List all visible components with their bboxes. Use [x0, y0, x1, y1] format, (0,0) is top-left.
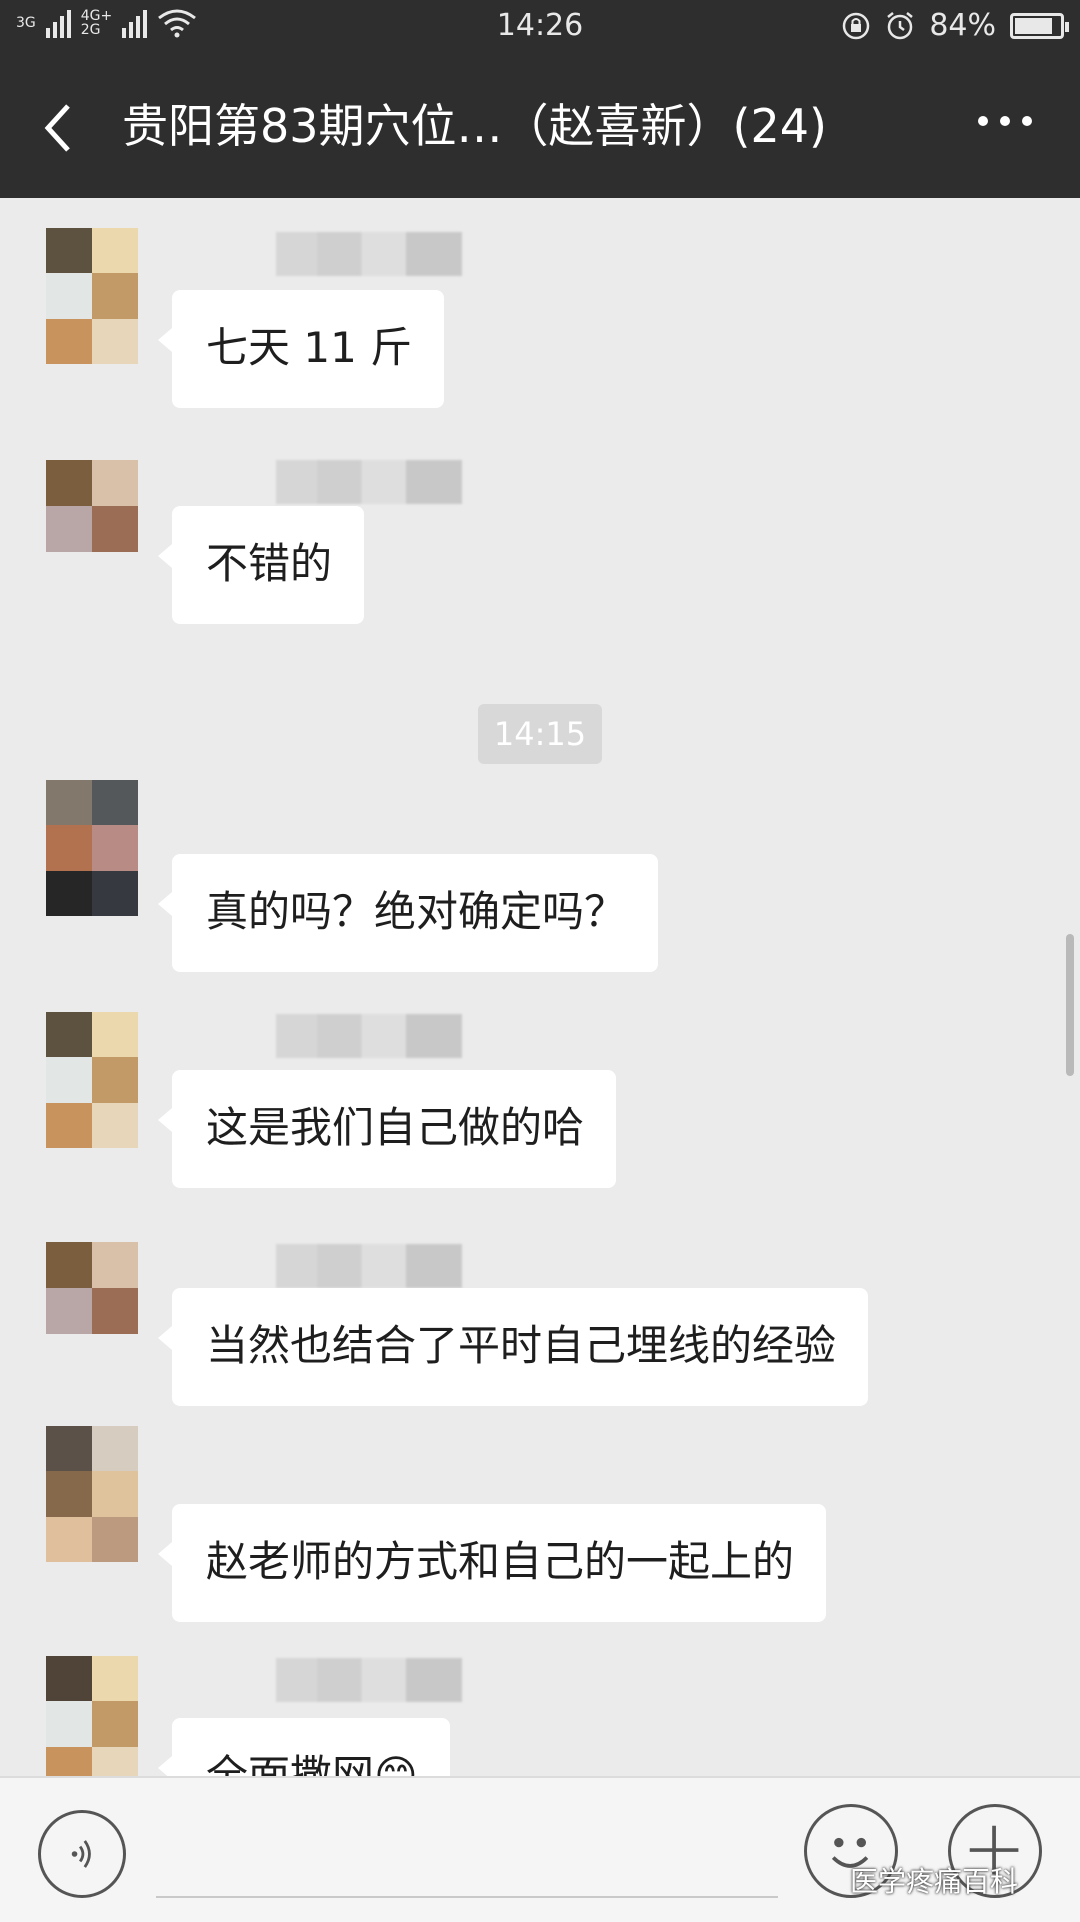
- status-bar: 3G 4G+ 2G 14:26 84%: [0, 0, 1080, 56]
- time-divider: 14:15: [478, 704, 602, 764]
- message-text: 七天 11 斤: [206, 323, 413, 372]
- message-bubble[interactable]: 这是我们自己做的哈: [157, 1070, 617, 1188]
- status-right-group: 84%: [841, 8, 1069, 43]
- watermark-text: 医学疼痛百科: [850, 1865, 1019, 1898]
- message-list[interactable]: 七天 11 斤 不错的 14:15 真的吗？绝对确定吗？ 这是我们自己做的哈 当…: [0, 198, 1080, 1776]
- message-text: 不错的: [206, 539, 333, 588]
- input-bar: 医学疼痛百科: [0, 1776, 1080, 1922]
- voice-button[interactable]: [38, 1810, 126, 1898]
- message-bubble[interactable]: 赵老师的方式和自己的一起上的: [157, 1504, 827, 1622]
- chat-title: 贵阳第83期穴位…（赵喜新）(24): [122, 99, 827, 153]
- scrollbar[interactable]: [1066, 934, 1074, 1076]
- alarm-icon: [887, 11, 914, 39]
- avatar[interactable]: [46, 228, 138, 364]
- message-text: 赵老师的方式和自己的一起上的: [206, 1537, 795, 1586]
- chevron-left-icon[interactable]: [38, 98, 78, 158]
- chat-header: 贵阳第83期穴位…（赵喜新）(24): [0, 56, 1080, 198]
- sender-name-blurred: [276, 232, 462, 276]
- message-bubble[interactable]: 当然也结合了平时自己埋线的经验: [157, 1288, 869, 1406]
- sender-name-blurred: [276, 1658, 462, 1702]
- sender-name-blurred: [276, 460, 462, 504]
- message-text: 真的吗？绝对确定吗？: [206, 887, 627, 936]
- message-bubble[interactable]: 不错的: [157, 506, 365, 624]
- sender-name-blurred: [276, 1014, 462, 1058]
- message-bubble[interactable]: 全面撒网😊: [158, 1718, 450, 1776]
- message-input[interactable]: [156, 1896, 778, 1898]
- orientation-lock-icon: [843, 12, 870, 39]
- avatar[interactable]: [46, 1426, 138, 1562]
- avatar[interactable]: [46, 1242, 138, 1334]
- message-text: 全面撒网😊: [206, 1751, 418, 1776]
- avatar[interactable]: [46, 460, 138, 552]
- more-dots-icon[interactable]: [978, 116, 1032, 126]
- message-bubble[interactable]: 七天 11 斤: [157, 290, 445, 408]
- avatar[interactable]: [46, 1012, 138, 1148]
- battery-percent: 84%: [929, 8, 996, 43]
- message-text: 这是我们自己做的哈: [206, 1103, 585, 1152]
- battery-fill: [1015, 17, 1052, 34]
- message-text: 当然也结合了平时自己埋线的经验: [206, 1321, 837, 1370]
- message-bubble[interactable]: 真的吗？绝对确定吗？: [157, 854, 659, 972]
- battery-icon: [1010, 12, 1069, 39]
- voice-icon: [71, 1840, 91, 1868]
- avatar[interactable]: [46, 1656, 138, 1776]
- avatar[interactable]: [46, 780, 138, 916]
- sender-name-blurred: [276, 1244, 462, 1288]
